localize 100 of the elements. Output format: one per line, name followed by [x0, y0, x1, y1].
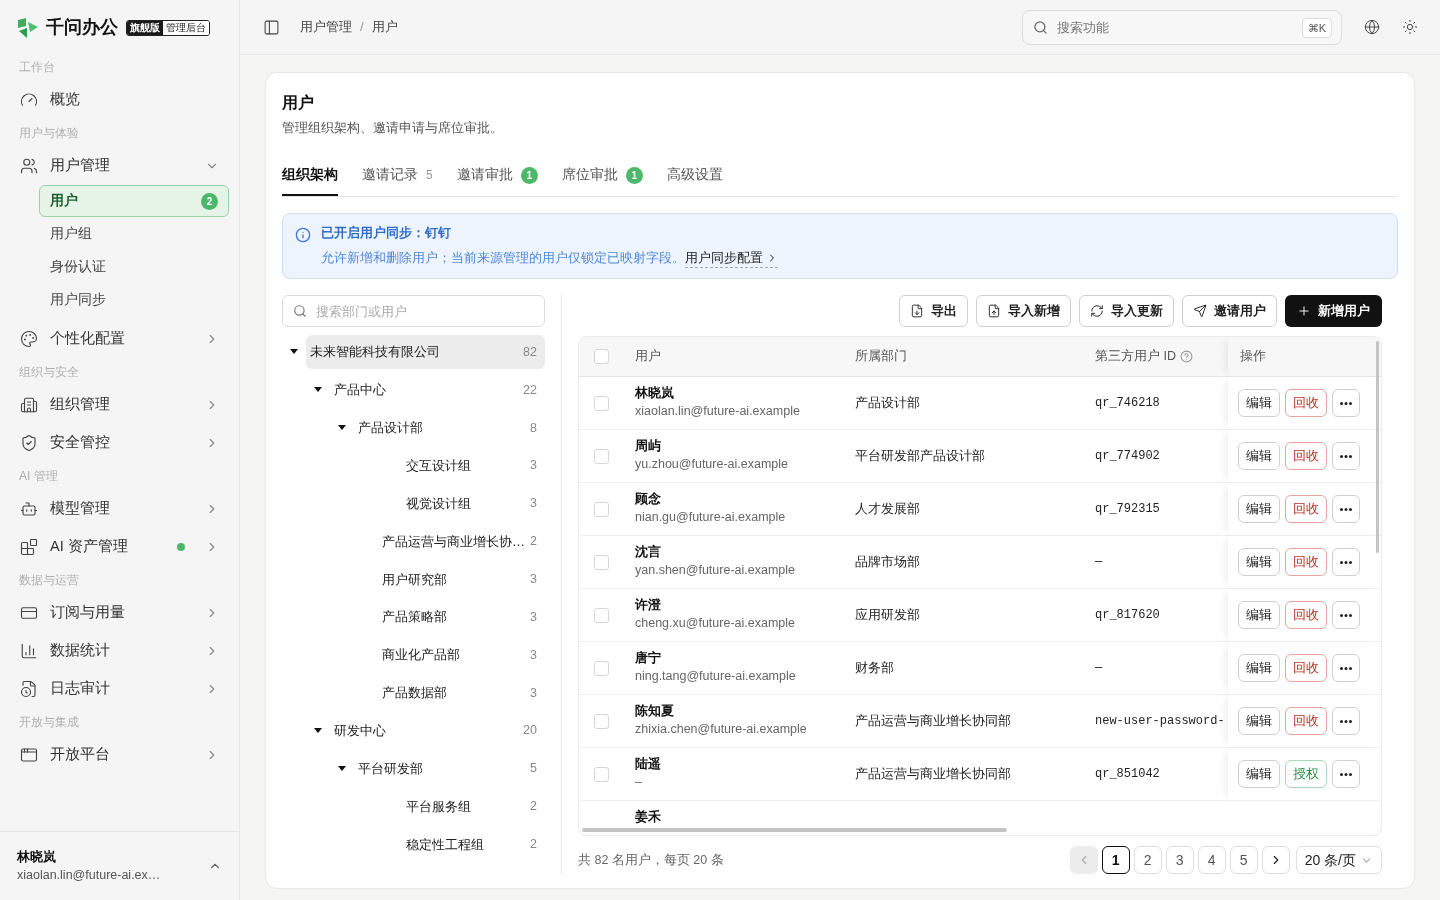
row-checkbox[interactable]	[594, 607, 609, 623]
nav-item[interactable]: 概览	[10, 81, 229, 119]
action-button[interactable]: 回收	[1285, 548, 1327, 577]
nav-subitem[interactable]: 身份认证	[39, 251, 229, 283]
toolbar-button[interactable]: 导入新增	[976, 295, 1071, 328]
caret-icon[interactable]	[314, 387, 322, 394]
action-button[interactable]: 编辑	[1238, 495, 1280, 524]
action-button[interactable]: 回收	[1285, 442, 1327, 471]
user-menu[interactable]: 林晓岚 xiaolan.lin@future-ai.ex…	[0, 831, 239, 900]
sync-settings-link[interactable]: 用户同步配置	[685, 248, 778, 269]
toolbar-button[interactable]: 邀请用户	[1182, 295, 1277, 328]
tree-node[interactable]: 平台服务组 2	[378, 789, 545, 824]
action-button[interactable]: 编辑	[1238, 707, 1280, 736]
action-button[interactable]: 授权	[1285, 760, 1327, 789]
tab[interactable]: 高级设置	[666, 156, 723, 196]
action-button[interactable]: 编辑	[1238, 389, 1280, 418]
tree-node[interactable]: 研发中心 20	[330, 713, 545, 748]
tree-node[interactable]: 产品策略部 3	[354, 600, 545, 635]
vertical-scrollbar[interactable]	[1376, 341, 1379, 554]
more-button[interactable]	[1332, 707, 1360, 736]
nav-section-label: AI 管理	[18, 468, 59, 485]
more-button[interactable]	[1332, 654, 1360, 683]
page-button[interactable]: 3	[1165, 846, 1194, 875]
horizontal-scrollbar[interactable]	[582, 828, 1007, 833]
action-button[interactable]: 编辑	[1238, 548, 1280, 577]
breadcrumb-item[interactable]: 用户	[371, 17, 398, 37]
action-button[interactable]: 编辑	[1238, 442, 1280, 471]
node-count: 20	[523, 722, 537, 740]
nav-item[interactable]: 模型管理	[10, 490, 229, 528]
nav-item[interactable]: AI 资产管理	[10, 528, 229, 566]
tree-node[interactable]: 产品数据部 3	[354, 675, 545, 710]
more-button[interactable]	[1332, 495, 1360, 524]
nav-subitem[interactable]: 用户组	[39, 218, 229, 250]
row-checkbox[interactable]	[594, 349, 609, 365]
nav-item[interactable]: 数据统计	[10, 632, 229, 670]
nav-item[interactable]: 组织管理	[10, 386, 229, 424]
user-name: 沈言	[635, 544, 662, 562]
more-button[interactable]	[1332, 389, 1360, 418]
action-button[interactable]: 编辑	[1238, 760, 1280, 789]
action-button[interactable]: 编辑	[1238, 601, 1280, 630]
page-button[interactable]: 5	[1229, 846, 1258, 875]
more-icon	[1340, 666, 1352, 670]
caret-icon[interactable]	[338, 765, 346, 772]
page-button[interactable]: 1	[1101, 846, 1130, 875]
tree-node[interactable]: 产品运营与商业增长协… 2	[354, 524, 545, 559]
row-checkbox[interactable]	[594, 713, 609, 729]
toolbar-button[interactable]: 新增用户	[1285, 295, 1382, 328]
tree-node[interactable]: 产品设计部 8	[354, 410, 545, 445]
tree-node[interactable]: 平台研发部 5	[354, 751, 545, 786]
more-button[interactable]	[1332, 442, 1360, 471]
more-button[interactable]	[1332, 760, 1360, 789]
nav-subitem[interactable]: 用户同步	[39, 284, 229, 316]
tab[interactable]: 组织架构	[282, 156, 338, 196]
toolbar-button[interactable]: 导入更新	[1079, 295, 1174, 328]
more-icon	[1340, 772, 1352, 776]
tree-node[interactable]: 交互设计组 3	[378, 448, 545, 483]
tree-node[interactable]: 产品中心 22	[330, 373, 545, 408]
tree-node[interactable]: 稳定性工程组 2	[378, 827, 545, 862]
action-button[interactable]: 回收	[1285, 495, 1327, 524]
nav-item[interactable]: 安全管控	[10, 424, 229, 462]
user-email: –	[635, 774, 643, 792]
sun-icon[interactable]	[1402, 19, 1418, 35]
nav-item[interactable]: 个性化配置	[10, 320, 229, 358]
tree-node[interactable]: 商业化产品部 3	[354, 638, 545, 673]
toolbar-button[interactable]: 导出	[899, 295, 968, 328]
nav-item[interactable]: 订阅与用量	[10, 594, 229, 632]
tree-search-field[interactable]: 搜索部门或用户	[282, 295, 545, 328]
row-checkbox[interactable]	[594, 448, 609, 464]
sidebar-toggle-icon[interactable]	[263, 18, 280, 36]
action-button[interactable]: 回收	[1285, 389, 1327, 418]
breadcrumb-item[interactable]: 用户管理	[300, 17, 352, 37]
row-checkbox[interactable]	[594, 395, 609, 411]
caret-icon[interactable]	[290, 349, 298, 356]
nav-item[interactable]: 开放平台	[10, 736, 229, 774]
caret-icon[interactable]	[338, 424, 346, 431]
globe-icon[interactable]	[1364, 19, 1380, 35]
page-button[interactable]: 4	[1197, 846, 1226, 875]
row-checkbox[interactable]	[594, 554, 609, 570]
nav-item[interactable]: 用户管理	[10, 147, 229, 185]
page-size-select[interactable]: 20 条/页	[1295, 846, 1382, 875]
more-button[interactable]	[1332, 548, 1360, 577]
tab[interactable]: 邀请记录 5	[362, 156, 433, 196]
tree-node[interactable]: 用户研究部 3	[354, 562, 545, 597]
nav-subitem[interactable]: 用户 2	[39, 185, 229, 217]
row-checkbox[interactable]	[594, 766, 609, 782]
tab[interactable]: 席位审批 1	[561, 156, 643, 196]
row-checkbox[interactable]	[594, 660, 609, 676]
tab[interactable]: 邀请审批 1	[456, 156, 538, 196]
action-button[interactable]: 回收	[1285, 707, 1327, 736]
nav-item[interactable]: 日志审计	[10, 670, 229, 708]
tree-node[interactable]: 视觉设计组 3	[378, 486, 545, 521]
action-button[interactable]: 回收	[1285, 601, 1327, 630]
row-checkbox[interactable]	[594, 501, 609, 517]
help-icon[interactable]	[1180, 350, 1193, 364]
action-button[interactable]: 回收	[1285, 654, 1327, 683]
more-button[interactable]	[1332, 601, 1360, 630]
caret-icon[interactable]	[314, 727, 322, 734]
action-button[interactable]: 编辑	[1238, 654, 1280, 683]
page-button[interactable]: 2	[1133, 846, 1162, 875]
tree-node[interactable]: 未来智能科技有限公司 82	[306, 335, 545, 370]
